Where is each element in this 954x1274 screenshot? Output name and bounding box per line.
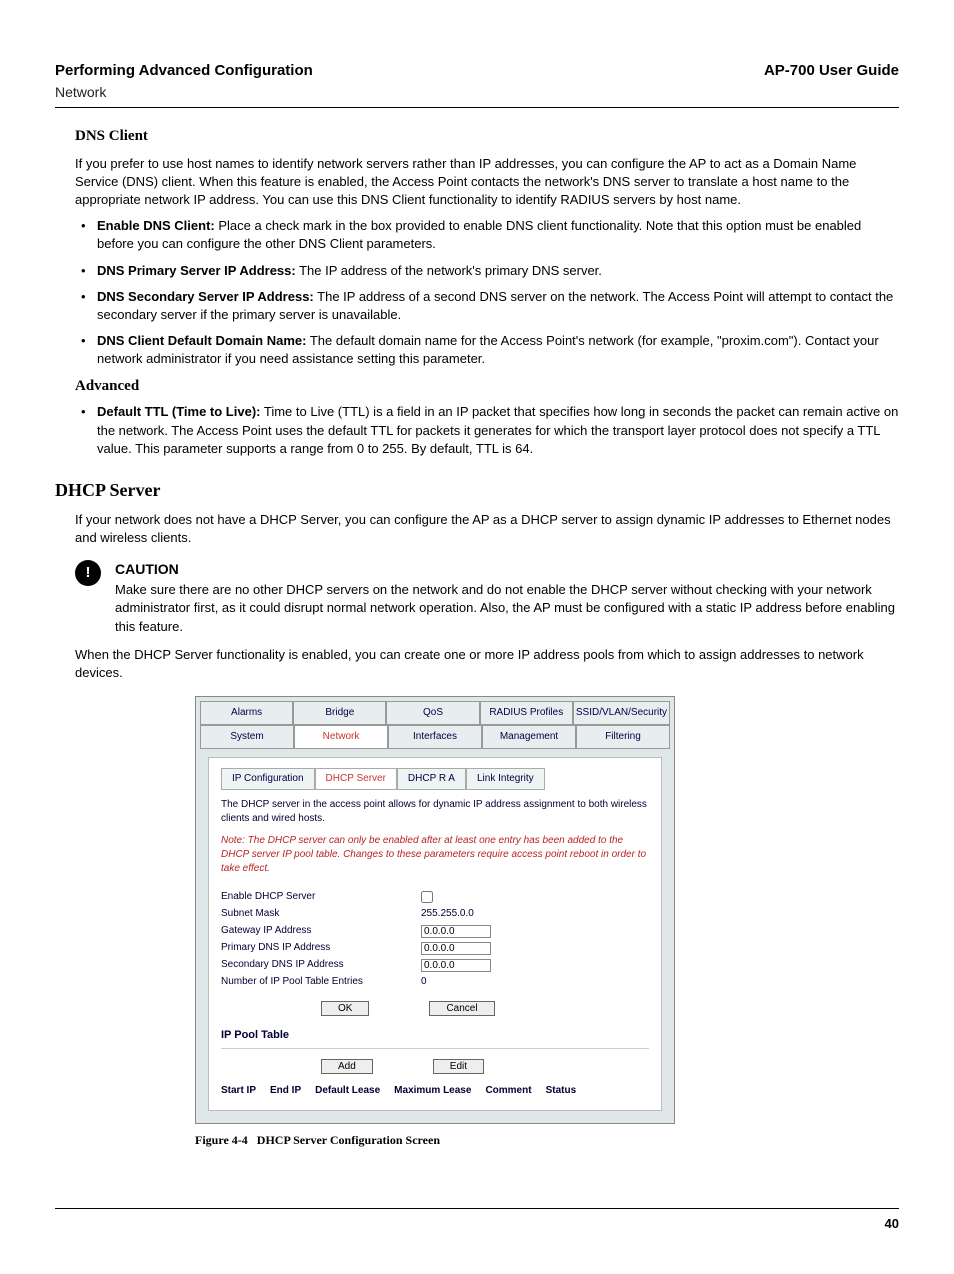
page-number: 40 [55, 1208, 899, 1233]
top-tab-row: Alarms Bridge QoS RADIUS Profiles SSID/V… [200, 701, 670, 725]
col-deflease: Default Lease [315, 1084, 380, 1098]
dns-item: DNS Client Default Domain Name: The defa… [75, 332, 899, 368]
dns-client-heading: DNS Client [75, 126, 899, 147]
dns-item: Enable DNS Client: Place a check mark in… [75, 217, 899, 253]
col-status: Status [546, 1084, 577, 1098]
header-rule [55, 107, 899, 108]
dhcp-after: When the DHCP Server functionality is en… [75, 646, 899, 682]
caution-icon: ! [75, 560, 101, 586]
dns-item-bold: Enable DNS Client: [97, 218, 215, 233]
tab-filtering[interactable]: Filtering [576, 725, 670, 749]
section-breadcrumb: Network [55, 83, 899, 103]
caution-body: Make sure there are no other DHCP server… [115, 581, 899, 636]
figure-caption: Figure 4-4 DHCP Server Configuration Scr… [195, 1132, 899, 1149]
col-endip: End IP [270, 1084, 301, 1098]
advanced-item: Default TTL (Time to Live): Time to Live… [75, 403, 899, 458]
dns-item: DNS Primary Server IP Address: The IP ad… [75, 262, 899, 280]
col-maxlease: Maximum Lease [394, 1084, 471, 1098]
dns-item-text: The IP address of the network's primary … [296, 263, 602, 278]
gateway-label: Gateway IP Address [221, 924, 421, 938]
subtab-linkintegrity[interactable]: Link Integrity [466, 768, 545, 790]
primary-dns-label: Primary DNS IP Address [221, 941, 421, 955]
dns-intro: If you prefer to use host names to ident… [75, 155, 899, 210]
dns-item-bold: DNS Primary Server IP Address: [97, 263, 296, 278]
secondary-dns-label: Secondary DNS IP Address [221, 958, 421, 972]
bottom-tab-row: System Network Interfaces Management Fil… [200, 725, 670, 749]
enable-dhcp-label: Enable DHCP Server [221, 890, 421, 904]
pool-count-value: 0 [421, 975, 427, 989]
tab-ssid[interactable]: SSID/VLAN/Security [573, 701, 670, 725]
tab-management[interactable]: Management [482, 725, 576, 749]
tab-system[interactable]: System [200, 725, 294, 749]
tab-network[interactable]: Network [294, 725, 388, 749]
cancel-button[interactable]: Cancel [429, 1001, 494, 1016]
add-button[interactable]: Add [321, 1059, 373, 1074]
pool-count-label: Number of IP Pool Table Entries [221, 975, 421, 989]
ok-button[interactable]: OK [321, 1001, 369, 1016]
chapter-title: Performing Advanced Configuration [55, 60, 313, 81]
dns-item-bold: DNS Client Default Domain Name: [97, 333, 306, 348]
panel-description: The DHCP server in the access point allo… [221, 798, 649, 826]
secondary-dns-input[interactable] [421, 959, 491, 972]
sub-tab-row: IP Configuration DHCP Server DHCP R A Li… [221, 768, 649, 790]
subnet-label: Subnet Mask [221, 907, 421, 921]
subtab-ipconfig[interactable]: IP Configuration [221, 768, 315, 790]
tab-bridge[interactable]: Bridge [293, 701, 386, 725]
advanced-bullet-list: Default TTL (Time to Live): Time to Live… [75, 403, 899, 458]
dhcp-config-screenshot: Alarms Bridge QoS RADIUS Profiles SSID/V… [195, 696, 675, 1123]
advanced-item-bold: Default TTL (Time to Live): [97, 404, 260, 419]
primary-dns-input[interactable] [421, 942, 491, 955]
tab-qos[interactable]: QoS [386, 701, 479, 725]
advanced-heading: Advanced [75, 376, 899, 397]
subtab-dhcpserver[interactable]: DHCP Server [315, 768, 397, 790]
tab-alarms[interactable]: Alarms [200, 701, 293, 725]
divider [221, 1048, 649, 1049]
tab-interfaces[interactable]: Interfaces [388, 725, 482, 749]
guide-title: AP-700 User Guide [764, 60, 899, 81]
panel-note: Note: The DHCP server can only be enable… [221, 834, 649, 876]
col-comment: Comment [485, 1084, 531, 1098]
gateway-input[interactable] [421, 925, 491, 938]
caution-heading: CAUTION [115, 560, 899, 580]
dhcp-intro: If your network does not have a DHCP Ser… [75, 511, 899, 547]
dns-item: DNS Secondary Server IP Address: The IP … [75, 288, 899, 324]
subnet-value: 255.255.0.0 [421, 907, 474, 921]
enable-dhcp-checkbox[interactable] [421, 891, 433, 903]
subtab-dhcpra[interactable]: DHCP R A [397, 768, 466, 790]
dhcp-server-heading: DHCP Server [55, 478, 899, 503]
tab-radius[interactable]: RADIUS Profiles [480, 701, 573, 725]
pool-headers: Start IP End IP Default Lease Maximum Le… [221, 1084, 649, 1098]
dns-item-bold: DNS Secondary Server IP Address: [97, 289, 314, 304]
col-startip: Start IP [221, 1084, 256, 1098]
edit-button[interactable]: Edit [433, 1059, 484, 1074]
dns-bullet-list: Enable DNS Client: Place a check mark in… [75, 217, 899, 368]
ip-pool-table-title: IP Pool Table [221, 1028, 649, 1043]
